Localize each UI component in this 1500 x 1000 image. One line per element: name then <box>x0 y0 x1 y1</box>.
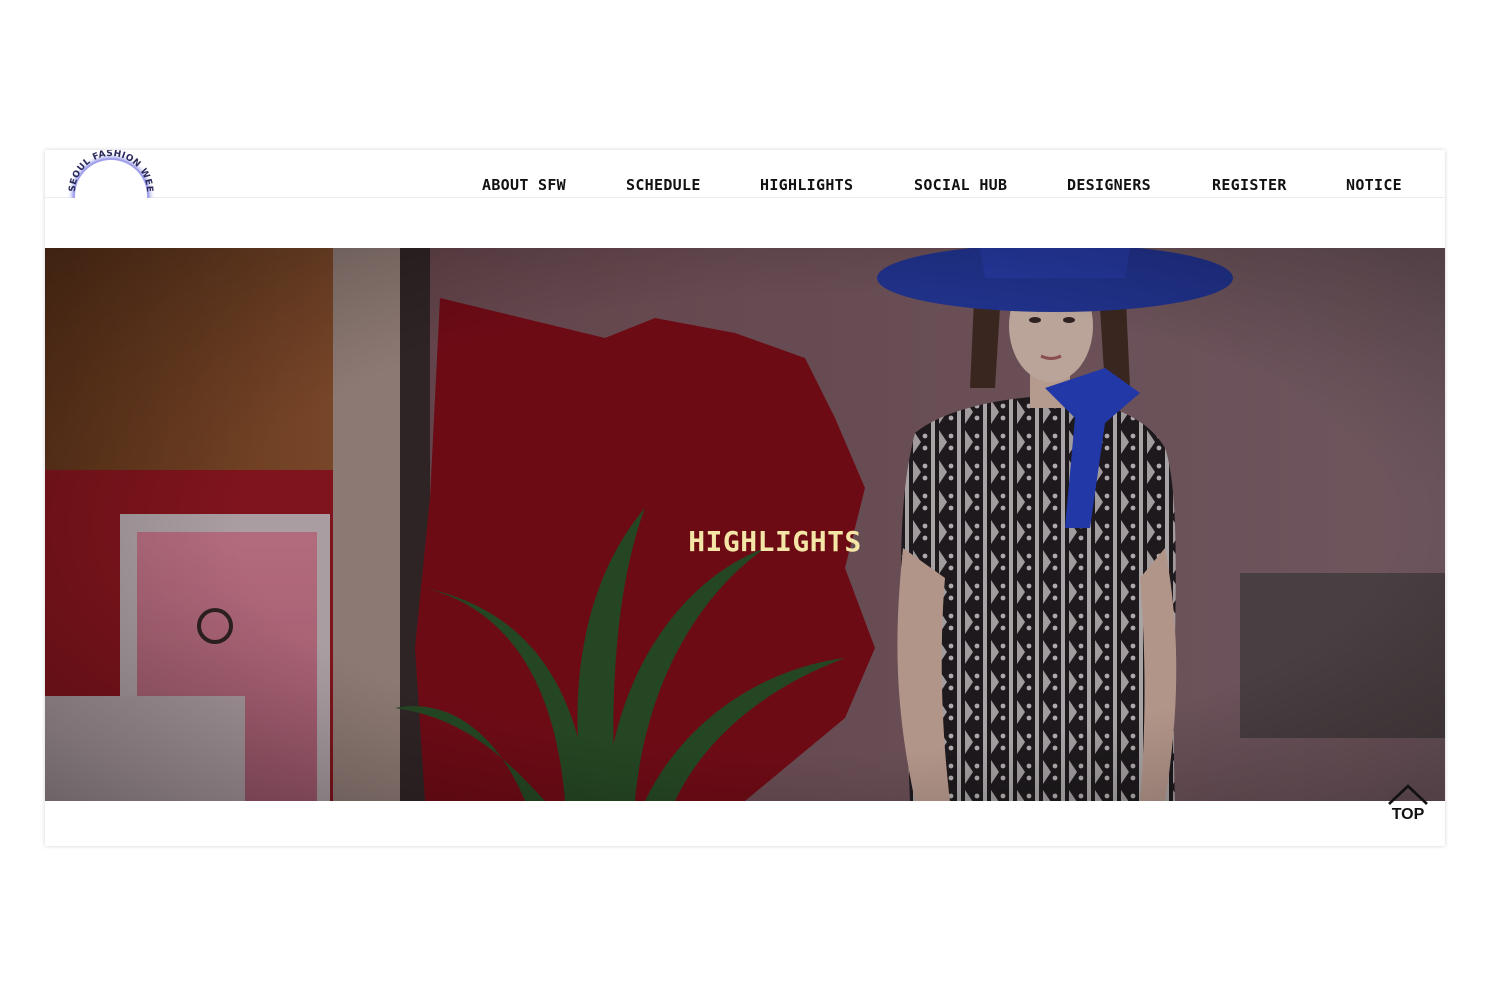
nav-item-about-sfw[interactable]: ABOUT SFW <box>482 176 566 194</box>
nav-item-register[interactable]: REGISTER <box>1212 176 1287 194</box>
nav-item-schedule[interactable]: SCHEDULE <box>626 176 701 194</box>
scroll-to-top-button[interactable]: TOP <box>1383 782 1433 826</box>
site-header: SEOUL FASHION WEEK ABOUT SFW SCHEDULE HI… <box>45 150 1445 198</box>
page-frame: SEOUL FASHION WEEK ABOUT SFW SCHEDULE HI… <box>45 150 1445 846</box>
nav-item-social-hub[interactable]: SOCIAL HUB <box>914 176 1007 194</box>
top-label: TOP <box>1391 806 1425 823</box>
hero-title: HIGHLIGHTS <box>688 525 862 558</box>
main-nav: ABOUT SFW SCHEDULE HIGHLIGHTS SOCIAL HUB… <box>45 176 1445 196</box>
hero-banner: HIGHLIGHTS <box>45 248 1445 801</box>
nav-item-highlights[interactable]: HIGHLIGHTS <box>760 176 853 194</box>
nav-item-notice[interactable]: NOTICE <box>1346 176 1402 194</box>
chevron-up-icon <box>1388 784 1428 805</box>
nav-item-designers[interactable]: DESIGNERS <box>1067 176 1151 194</box>
